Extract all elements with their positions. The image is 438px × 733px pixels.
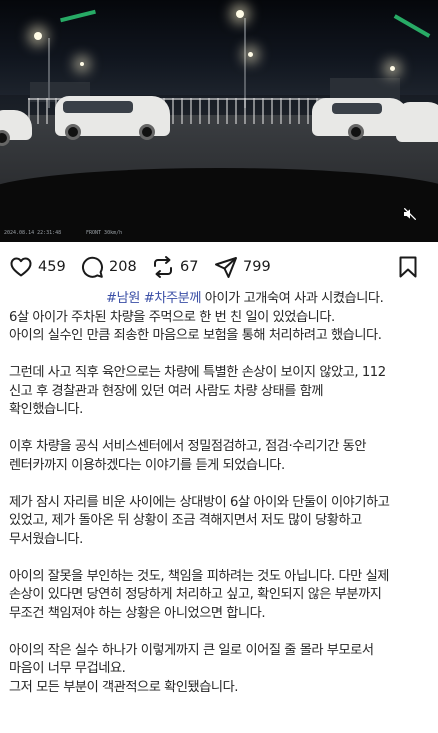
- caption-line: 무조건 책임져야 하는 상황은 아니었으면 합니다.: [9, 605, 266, 621]
- caption-line: 6살 아이가 주차된 차량을 주먹으로 한 번 친 일이 있었습니다.: [9, 309, 335, 325]
- bookmark-icon: [399, 256, 417, 278]
- caption-line: 렌터카까지 이용하겠다는 이야기를 듣게 되었습니다.: [9, 457, 285, 473]
- comment-bubble-icon: [81, 256, 103, 278]
- caption-line: 마음이 너무 무겁네요.: [9, 661, 126, 676]
- like-button[interactable]: 459: [9, 254, 66, 280]
- timestamp-right: FRONT 30km/h: [86, 230, 123, 236]
- speaker-muted-icon[interactable]: [402, 206, 418, 222]
- timestamp-left: 2024.08.14 22:31:48: [4, 230, 62, 236]
- street-light: [248, 52, 253, 57]
- action-bar: 459 208 67 799: [0, 252, 438, 282]
- comment-count: 208: [109, 259, 137, 275]
- caption-line: 신고 후 경찰관과 현장에 있던 여러 사람도 차량 상태를 함께: [9, 383, 324, 399]
- hashtag-owner[interactable]: #차주분께: [144, 291, 202, 306]
- street-light: [390, 66, 395, 71]
- caption-line: 확인했습니다.: [9, 402, 83, 417]
- repost-count: 67: [180, 259, 199, 275]
- heart-icon: [10, 257, 32, 277]
- dashcam-video[interactable]: 2024.08.14 22:31:48 FRONT 30km/h: [0, 0, 438, 242]
- caption-line: 제가 잠시 자리를 비운 사이에는 상대방이 6살 아이와 단둘이 이야기하고: [9, 494, 390, 510]
- caption-line: 아이의 작은 실수 하나가 이렇게까지 큰 일로 이어질 줄 몰라 부모로서: [9, 642, 374, 658]
- street-light: [34, 32, 42, 40]
- caption-line: 있었고, 제가 돌아온 뒤 상황이 조금 격해지면서 저도 많이 당황하고: [9, 513, 362, 528]
- repost-arrows-icon: [154, 256, 172, 278]
- caption-line: 무서웠습니다.: [9, 531, 83, 547]
- white-sedan: [312, 98, 408, 140]
- repost-button[interactable]: 67: [151, 254, 198, 280]
- caption-line: 그저 모든 부분이 객관적으로 확인됐습니다.: [9, 679, 238, 695]
- caption-line: 아이의 잘못을 부인하는 것도, 책임을 피하려는 것도 아닙니다. 다만 실제: [9, 568, 389, 584]
- share-count: 799: [243, 259, 271, 275]
- comment-button[interactable]: 208: [80, 254, 137, 280]
- like-count: 459: [38, 259, 66, 275]
- save-button[interactable]: [396, 254, 420, 280]
- share-button[interactable]: 799: [214, 254, 271, 280]
- caption-line: 이후 차량을 공식 서비스센터에서 정밀점검하고, 점검·수리기간 동안: [9, 439, 367, 454]
- caption-line: 아이의 실수인 만큼 죄송한 마음으로 보험을 통해 처리하려고 했습니다.: [9, 328, 382, 343]
- street-light: [80, 62, 84, 66]
- caption-first-line: #남원 #차주분께 아이가 고개숙여 사과 시켰습니다.: [106, 290, 429, 309]
- white-suv: [396, 102, 438, 142]
- car-hood: [0, 168, 438, 242]
- caption-line: 그런데 사고 직후 육안으로는 차량에 특별한 손상이 보이지 않았고, 112: [9, 365, 386, 380]
- paper-plane-icon: [215, 257, 237, 278]
- caption-line: 손상이 있다면 당연히 정당하게 처리하고 싶고, 확인되지 않은 부분까지: [9, 587, 382, 602]
- street-light: [236, 10, 244, 18]
- lamp-pole: [244, 18, 246, 108]
- white-van: [55, 96, 170, 140]
- hashtag-namwon[interactable]: #남원: [106, 291, 140, 306]
- post-caption: #남원 #차주분께 아이가 고개숙여 사과 시켰습니다. 6살 아이가 주차된 …: [9, 290, 429, 697]
- caption-text: 아이가 고개숙여 사과 시켰습니다.: [201, 291, 384, 306]
